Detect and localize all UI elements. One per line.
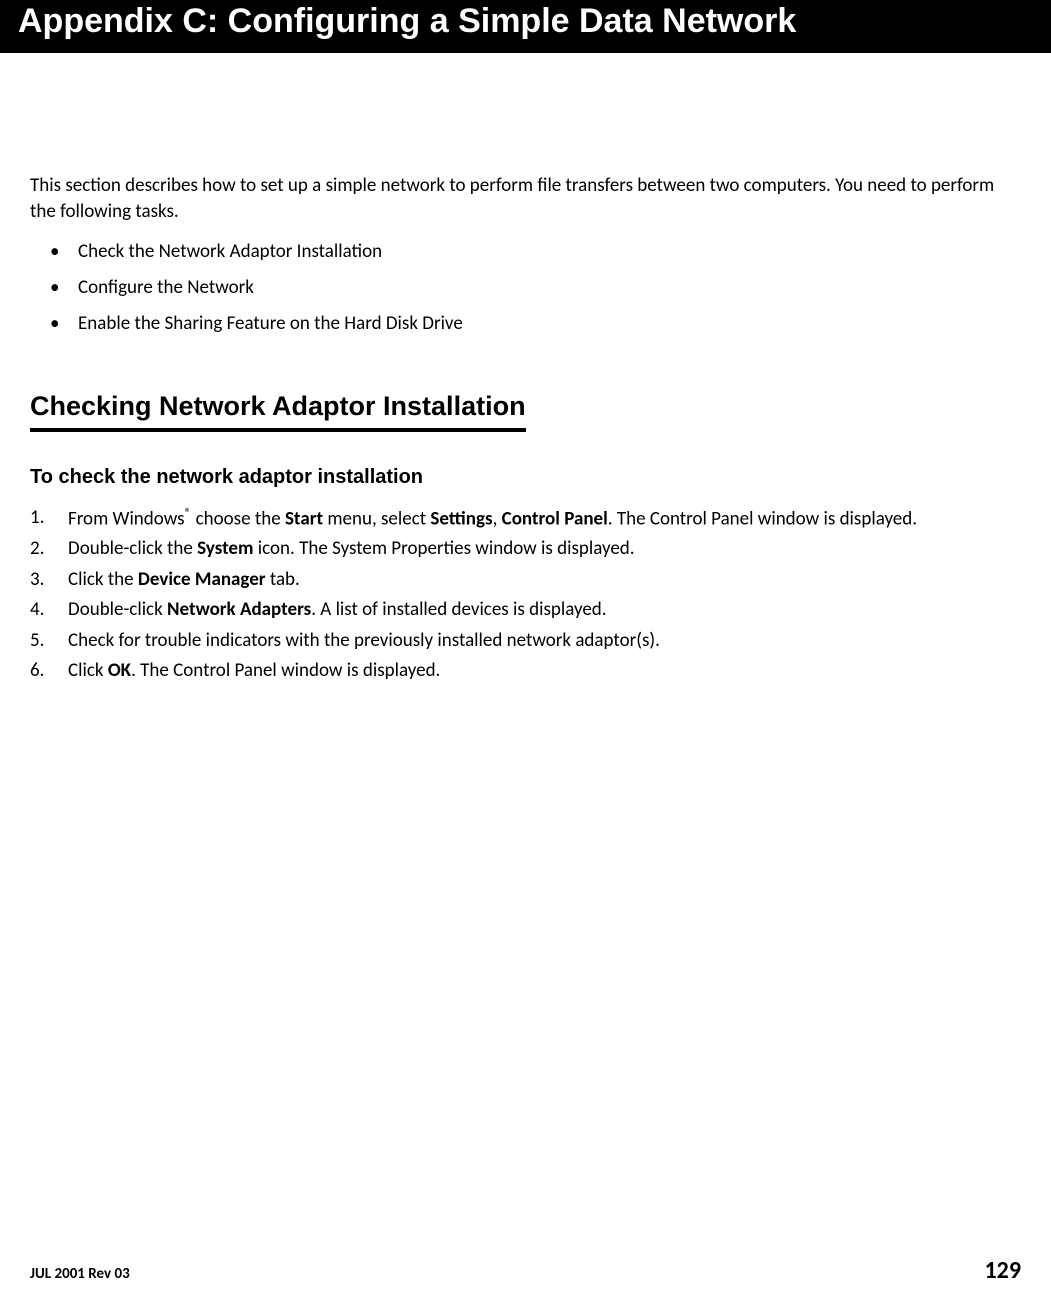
step-item: Check for trouble indicators with the pr… <box>30 626 1021 655</box>
list-item: Enable the Sharing Feature on the Hard D… <box>78 306 1021 342</box>
page-number: 129 <box>985 1256 1022 1285</box>
task-list: Check the Network Adaptor Installation C… <box>30 234 1021 342</box>
step-item: Double-click Network Adapters. A list of… <box>30 595 1021 624</box>
bold-text: OK <box>108 659 131 682</box>
step-text: Click <box>68 659 108 682</box>
step-text: tab. <box>266 568 300 591</box>
intro-paragraph: This section describes how to set up a s… <box>30 173 1021 224</box>
bold-text: Settings <box>430 507 492 530</box>
bold-text: Control Panel <box>502 507 608 530</box>
step-text: . The Control Panel window is displayed. <box>608 507 917 530</box>
section-heading: Checking Network Adaptor Installation <box>30 391 526 432</box>
page-content: This section describes how to set up a s… <box>0 53 1051 686</box>
bold-text: Start <box>285 507 323 530</box>
step-item: Double-click the System icon. The System… <box>30 534 1021 563</box>
step-text: Double-click <box>68 598 167 621</box>
step-text: , <box>493 507 502 530</box>
bold-text: Device Manager <box>138 568 266 591</box>
step-item: Click OK. The Control Panel window is di… <box>30 656 1021 685</box>
page-footer: JUL 2001 Rev 03 129 <box>30 1256 1021 1285</box>
bold-text: Network Adapters <box>167 598 311 621</box>
steps-list: From Windows® choose the Start menu, sel… <box>30 503 1021 686</box>
step-item: Click the Device Manager tab. <box>30 565 1021 594</box>
step-text: menu, select <box>323 507 430 530</box>
section-subheading: To check the network adaptor installatio… <box>30 466 1021 489</box>
step-text: From Windows <box>68 507 185 530</box>
page-title: Appendix C: Configuring a Simple Data Ne… <box>18 2 1033 41</box>
step-text: choose the <box>191 507 285 530</box>
step-text: Double-click the <box>68 537 197 560</box>
list-item: Configure the Network <box>78 270 1021 306</box>
step-text: Check for trouble indicators with the pr… <box>68 629 660 652</box>
step-text: . A list of installed devices is display… <box>311 598 606 621</box>
step-text: Click the <box>68 568 138 591</box>
page-header: Appendix C: Configuring a Simple Data Ne… <box>0 0 1051 53</box>
footer-date: JUL 2001 Rev 03 <box>30 1265 130 1283</box>
bold-text: System <box>197 537 253 560</box>
list-item: Check the Network Adaptor Installation <box>78 234 1021 270</box>
step-text: . The Control Panel window is displayed. <box>131 659 440 682</box>
step-text: icon. The System Properties window is di… <box>253 537 634 560</box>
step-item: From Windows® choose the Start menu, sel… <box>30 503 1021 534</box>
